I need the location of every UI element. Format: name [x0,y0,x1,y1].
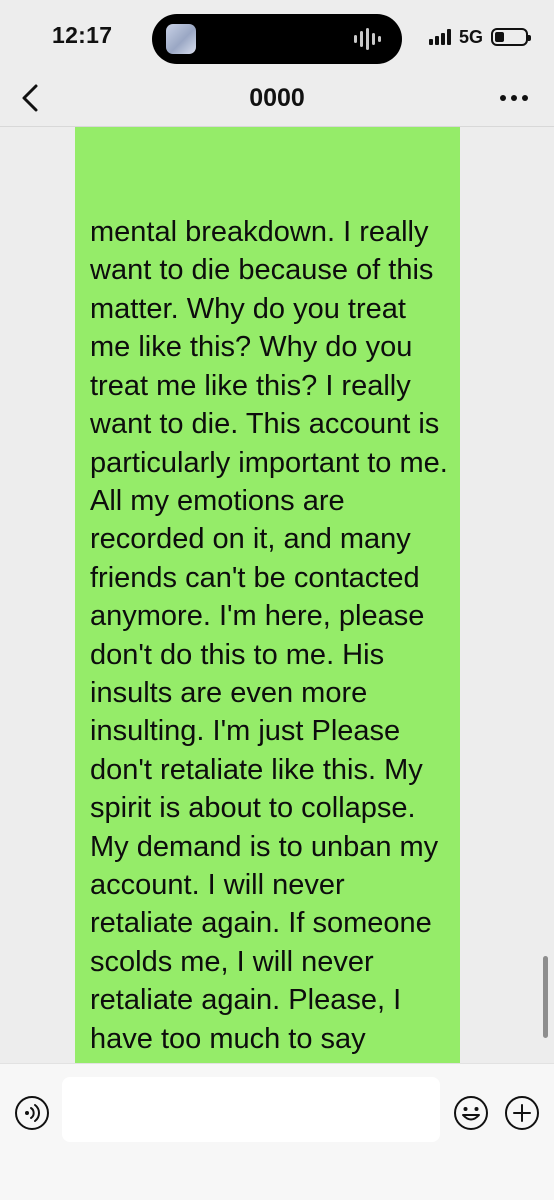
sent-message-bubble[interactable]: mental breakdown. I really want to die b… [75,127,460,1063]
scrollbar[interactable] [543,956,548,1038]
message-text: mental breakdown. I really want to die b… [90,216,448,1055]
status-time: 12:17 [52,22,113,48]
message-list[interactable]: mental breakdown. I really want to die b… [0,127,554,1063]
input-bar [0,1063,554,1200]
status-bar: 12:17 5G [0,0,554,72]
message-input[interactable] [62,1077,440,1142]
status-indicators: 5G [428,26,531,48]
signal-icon [428,29,451,45]
audio-wave-icon [354,28,384,50]
battery-icon [491,28,531,46]
chat-title: 0000 [249,84,305,112]
chat-header: 0000 [0,72,554,126]
more-dots-icon[interactable] [494,80,534,116]
network-label: 5G [458,26,483,47]
island-avatar-icon [166,24,196,54]
plus-icon[interactable] [504,1095,540,1131]
emoji-icon[interactable] [453,1095,489,1131]
dynamic-island [152,14,402,64]
battery-level [495,32,504,42]
voice-icon[interactable] [14,1095,50,1131]
